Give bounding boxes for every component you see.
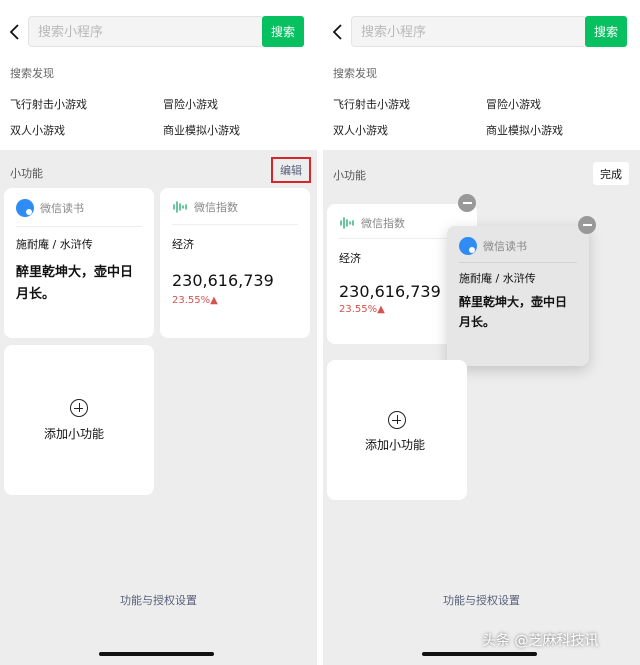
search-input[interactable] — [361, 22, 571, 42]
edit-button[interactable]: 编辑 — [271, 157, 311, 183]
book-author: 施耐庵 / 水浒传 — [16, 238, 93, 251]
book-widget-card[interactable]: 微信读书 施耐庵 / 水浒传 醉里乾坤大，壶中日月长。 — [4, 188, 154, 338]
card-divider — [16, 226, 142, 227]
card-title: 微信指数 — [194, 201, 238, 214]
top-area: 搜索 搜索发现 飞行射击小游戏 冒险小游戏 双人小游戏 商业模拟小游戏 — [323, 0, 640, 150]
home-indicator — [422, 652, 537, 656]
card-title: 微信读书 — [40, 202, 84, 215]
widgets-section-title: 小功能 — [10, 167, 43, 180]
watermark-text: 头条 @芝麻科技讯 — [482, 633, 599, 649]
discovery-item[interactable]: 冒险小游戏 — [486, 96, 541, 112]
discovery-title: 搜索发现 — [10, 67, 54, 80]
card-header: 微信指数 — [339, 215, 405, 231]
weixin-read-icon — [459, 237, 477, 255]
book-quote: 醉里乾坤大，壶中日月长。 — [459, 295, 568, 329]
discovery-item[interactable]: 飞行射击小游戏 — [10, 96, 87, 112]
back-chevron-icon[interactable] — [331, 22, 345, 42]
card-title: 微信读书 — [483, 240, 527, 253]
discovery-item[interactable]: 双人小游戏 — [333, 122, 388, 138]
discovery-item[interactable]: 商业模拟小游戏 — [486, 122, 563, 138]
search-button[interactable]: 搜索 — [262, 16, 304, 47]
index-value: 230,616,739 — [172, 271, 274, 290]
remove-widget-icon[interactable] — [458, 194, 476, 212]
weixin-read-icon — [16, 199, 34, 217]
index-change: 23.55%▲ — [339, 304, 385, 315]
back-chevron-icon[interactable] — [8, 22, 22, 42]
index-widget-card[interactable]: 微信指数 经济 230,616,739 23.55%▲ — [160, 188, 310, 338]
widgets-section-title: 小功能 — [333, 169, 366, 182]
triangle-up-icon: ▲ — [377, 304, 385, 315]
search-button[interactable]: 搜索 — [585, 16, 627, 47]
search-box[interactable] — [351, 16, 587, 47]
index-category: 经济 — [172, 238, 194, 251]
remove-widget-icon[interactable] — [578, 216, 596, 234]
add-widget-card[interactable]: 添加小功能 — [327, 360, 467, 500]
wave-index-icon — [340, 217, 354, 229]
book-quote: 醉里乾坤大，壶中日月长。 — [16, 265, 134, 302]
card-header: 微信指数 — [172, 199, 238, 215]
right-screen: 搜索 搜索发现 飞行射击小游戏 冒险小游戏 双人小游戏 商业模拟小游戏 小功能 … — [323, 0, 640, 665]
book-widget-card-dragging[interactable]: 微信读书 施耐庵 / 水浒传 醉里乾坤大，壶中日月长。 — [447, 226, 589, 366]
index-category: 经济 — [339, 252, 361, 265]
card-divider — [172, 224, 298, 225]
discovery-item[interactable]: 飞行射击小游戏 — [333, 96, 410, 112]
settings-link[interactable]: 功能与授权设置 — [323, 592, 640, 608]
home-indicator — [99, 652, 214, 656]
done-button[interactable]: 完成 — [593, 162, 629, 185]
discovery-title: 搜索发现 — [333, 67, 377, 80]
index-change: 23.55%▲ — [172, 295, 218, 306]
plus-circle-icon — [388, 411, 406, 429]
discovery-item[interactable]: 双人小游戏 — [10, 122, 65, 138]
change-text: 23.55% — [172, 295, 211, 306]
search-input[interactable] — [38, 22, 248, 42]
add-widget-card[interactable]: 添加小功能 — [4, 345, 154, 495]
add-widget-label: 添加小功能 — [365, 438, 426, 452]
wave-index-icon — [173, 201, 187, 213]
top-area: 搜索 搜索发现 飞行射击小游戏 冒险小游戏 双人小游戏 商业模拟小游戏 — [0, 0, 317, 150]
card-header: 微信读书 — [16, 199, 84, 217]
triangle-up-icon: ▲ — [210, 295, 218, 306]
left-screen: 搜索 搜索发现 飞行射击小游戏 冒险小游戏 双人小游戏 商业模拟小游戏 小功能 … — [0, 0, 317, 665]
card-header: 微信读书 — [459, 237, 527, 255]
card-title: 微信指数 — [361, 217, 405, 230]
discovery-item[interactable]: 冒险小游戏 — [163, 96, 218, 112]
add-widget-label: 添加小功能 — [44, 427, 105, 441]
index-value: 230,616,739 — [339, 282, 441, 301]
card-divider — [459, 262, 577, 263]
change-text: 23.55% — [339, 304, 378, 315]
settings-link[interactable]: 功能与授权设置 — [0, 592, 317, 608]
discovery-item[interactable]: 商业模拟小游戏 — [163, 122, 240, 138]
book-author: 施耐庵 / 水浒传 — [459, 272, 536, 285]
plus-circle-icon — [70, 399, 88, 417]
search-box[interactable] — [28, 16, 264, 47]
